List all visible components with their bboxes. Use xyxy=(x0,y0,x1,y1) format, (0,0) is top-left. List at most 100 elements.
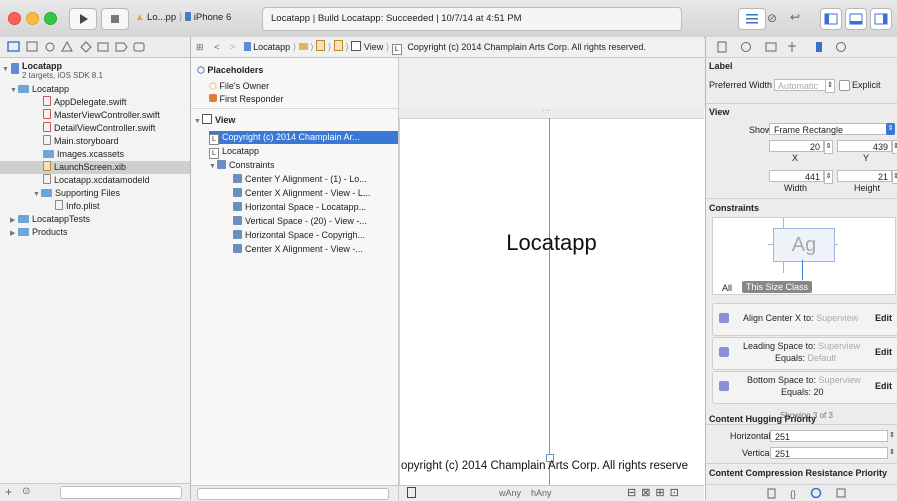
stepper-icon[interactable]: ⇕ xyxy=(824,140,833,154)
back-button[interactable]: < xyxy=(214,42,219,52)
edit-button[interactable]: Edit xyxy=(875,381,892,391)
outline-constraint-item[interactable]: Center Y Alignment - (1) - Lo... xyxy=(233,173,367,186)
outline-constraint-item[interactable]: Center X Alignment - View -... xyxy=(233,243,363,256)
stepper-icon[interactable]: ⇕ xyxy=(824,170,833,184)
this-size-class-filter[interactable]: This Size Class xyxy=(742,281,813,293)
group-locatapp[interactable]: ▼ Locatapp xyxy=(0,83,190,96)
assistant-editor-icon[interactable]: ⊘ xyxy=(767,11,777,25)
constraint-bottom-space[interactable]: Bottom Space to: Superview Equals: 20 Ed… xyxy=(712,371,897,404)
explicit-label: Explicit xyxy=(852,80,881,90)
folder-icon[interactable] xyxy=(298,43,308,50)
outline-placeholders[interactable]: ⬡ Placeholders xyxy=(197,64,263,77)
edit-button[interactable]: Edit xyxy=(875,347,892,357)
jumpbar-label[interactable]: Copyright (c) 2014 Champlain Arts Corp. … xyxy=(407,42,646,52)
outline-view[interactable]: ▼ View xyxy=(194,114,235,127)
width-field[interactable]: 441 xyxy=(769,170,824,182)
content-hugging-header: Content Hugging Priority xyxy=(709,414,816,424)
constraint-target: Superview xyxy=(818,375,861,385)
xib-file-icon[interactable] xyxy=(316,40,326,51)
height-field[interactable]: 21 xyxy=(837,170,892,182)
jumpbar-view[interactable]: View xyxy=(364,42,383,52)
zoom-window-button[interactable] xyxy=(44,12,57,25)
add-icon[interactable]: + xyxy=(5,485,12,499)
outline-constraints[interactable]: ▼ Constraints xyxy=(209,159,275,172)
size-class-height[interactable]: hAny xyxy=(531,488,552,498)
file-label: AppDelegate.swift xyxy=(54,97,127,107)
standard-editor-button[interactable] xyxy=(738,8,766,30)
constraint-align-center-x[interactable]: Align Center X to: Superview Edit xyxy=(712,303,897,336)
file-masterviewcontroller[interactable]: MasterViewController.swift xyxy=(0,109,190,122)
all-filter[interactable]: All xyxy=(722,283,732,293)
scheme-selector[interactable]: ▲ Lo...pp ⟩ iPhone 6 xyxy=(135,8,255,28)
run-button[interactable] xyxy=(69,8,97,30)
copyright-label[interactable]: opyright (c) 2014 Champlain Arts Corp. A… xyxy=(401,460,704,472)
view-scene-header: ··· xyxy=(399,106,704,119)
outline-first-responder[interactable]: First Responder xyxy=(209,93,284,106)
group-products[interactable]: ▶ Products xyxy=(0,226,190,239)
y-field[interactable]: 439 xyxy=(837,140,892,152)
left-panel-icon xyxy=(824,13,838,25)
preferred-width-field[interactable]: Automatic xyxy=(774,79,826,91)
popup-arrows-icon[interactable]: ⇕ xyxy=(886,123,895,135)
file-info-plist[interactable]: Info.plist xyxy=(0,200,190,213)
filter-field-icon[interactable] xyxy=(197,488,389,500)
forward-button[interactable]: > xyxy=(230,42,235,52)
file-launchscreen-xib[interactable]: LaunchScreen.xib xyxy=(0,161,190,174)
file-detailviewcontroller[interactable]: DetailViewController.swift xyxy=(0,122,190,135)
horizontal-priority-field[interactable]: 251 xyxy=(770,430,888,442)
group-locatapptests[interactable]: ▶ LocatappTests xyxy=(0,213,190,226)
stepper-icon[interactable]: ⇕ xyxy=(889,447,897,459)
xib-file-icon[interactable] xyxy=(333,40,343,51)
navigator-tabs xyxy=(0,37,190,58)
locatapp-title-label[interactable]: Locatapp xyxy=(399,230,704,256)
toggle-navigator-button[interactable] xyxy=(820,8,842,30)
constraint-leading-space[interactable]: Leading Space to: Superview Equals: Defa… xyxy=(712,337,897,370)
outline-label-locatapp[interactable]: L Locatapp xyxy=(209,145,259,159)
stepper-icon[interactable]: ⇕ xyxy=(889,430,897,442)
version-editor-icon[interactable]: ↩ xyxy=(790,10,800,24)
constraint-title: Leading Space to: Superview xyxy=(743,341,860,351)
jumpbar-project[interactable]: Locatapp xyxy=(253,42,290,52)
filter-field-icon[interactable] xyxy=(60,486,182,499)
layout-tools-icon[interactable]: ⊟⊠⊞⊡ xyxy=(627,486,684,499)
outline-label: Placeholders xyxy=(207,65,264,75)
interface-canvas[interactable] xyxy=(399,108,705,500)
outline-files-owner[interactable]: ⬡ File's Owner xyxy=(209,80,269,93)
file-main-storyboard[interactable]: Main.storyboard xyxy=(0,135,190,148)
explicit-checkbox[interactable] xyxy=(839,80,850,91)
toggle-debug-button[interactable] xyxy=(845,8,867,30)
recent-files-icon[interactable]: ⊙ xyxy=(22,486,30,497)
canvas-background xyxy=(399,58,704,108)
group-supporting-files[interactable]: ▼ Supporting Files xyxy=(0,187,190,200)
stop-button[interactable] xyxy=(101,8,129,30)
outline-constraint-item[interactable]: Vertical Space - (20) - View -... xyxy=(233,215,367,228)
project-root[interactable]: ▼ Locatapp 2 targets, iOS SDK 8.1 xyxy=(0,60,190,82)
stepper-icon[interactable]: ⇕ xyxy=(825,79,835,93)
assets-folder-icon xyxy=(43,150,54,158)
toggle-inspector-button[interactable] xyxy=(870,8,892,30)
close-window-button[interactable] xyxy=(8,12,21,25)
minimize-window-button[interactable] xyxy=(26,12,39,25)
vertical-priority-field[interactable]: 251 xyxy=(770,447,888,459)
files-owner-icon: ⬡ xyxy=(209,81,217,91)
outline-constraint-item[interactable]: Center X Alignment - View - L... xyxy=(233,187,370,200)
show-popup[interactable]: Frame Rectangle xyxy=(769,123,894,135)
file-images-xcassets[interactable]: Images.xcassets xyxy=(0,148,190,161)
stepper-icon[interactable]: ⇕ xyxy=(892,140,897,154)
outline-label-copyright[interactable]: L Copyright (c) 2014 Champlain Ar... xyxy=(209,131,398,145)
x-field[interactable]: 20 xyxy=(769,140,824,152)
file-xcdatamodeld[interactable]: Locatapp.xcdatamodeld xyxy=(0,174,190,187)
related-items-icon[interactable]: ⊞ xyxy=(196,42,204,52)
outline-constraint-item[interactable]: Horizontal Space - Copyrigh... xyxy=(233,229,365,242)
label-icon: L xyxy=(209,134,219,145)
outline-toggle-icon[interactable] xyxy=(407,487,416,498)
scheme-device: iPhone 6 xyxy=(193,12,232,23)
edit-button[interactable]: Edit xyxy=(875,313,892,323)
navigator-tab-icons xyxy=(7,40,145,53)
stepper-icon[interactable]: ⇕ xyxy=(892,170,897,184)
size-class-width[interactable]: wAny xyxy=(499,488,521,498)
outline-label: First Responder xyxy=(219,94,284,104)
file-appdelegate[interactable]: AppDelegate.swift xyxy=(0,96,190,109)
file-label: Main.storyboard xyxy=(54,136,119,146)
outline-constraint-item[interactable]: Horizontal Space - Locatapp... xyxy=(233,201,366,214)
